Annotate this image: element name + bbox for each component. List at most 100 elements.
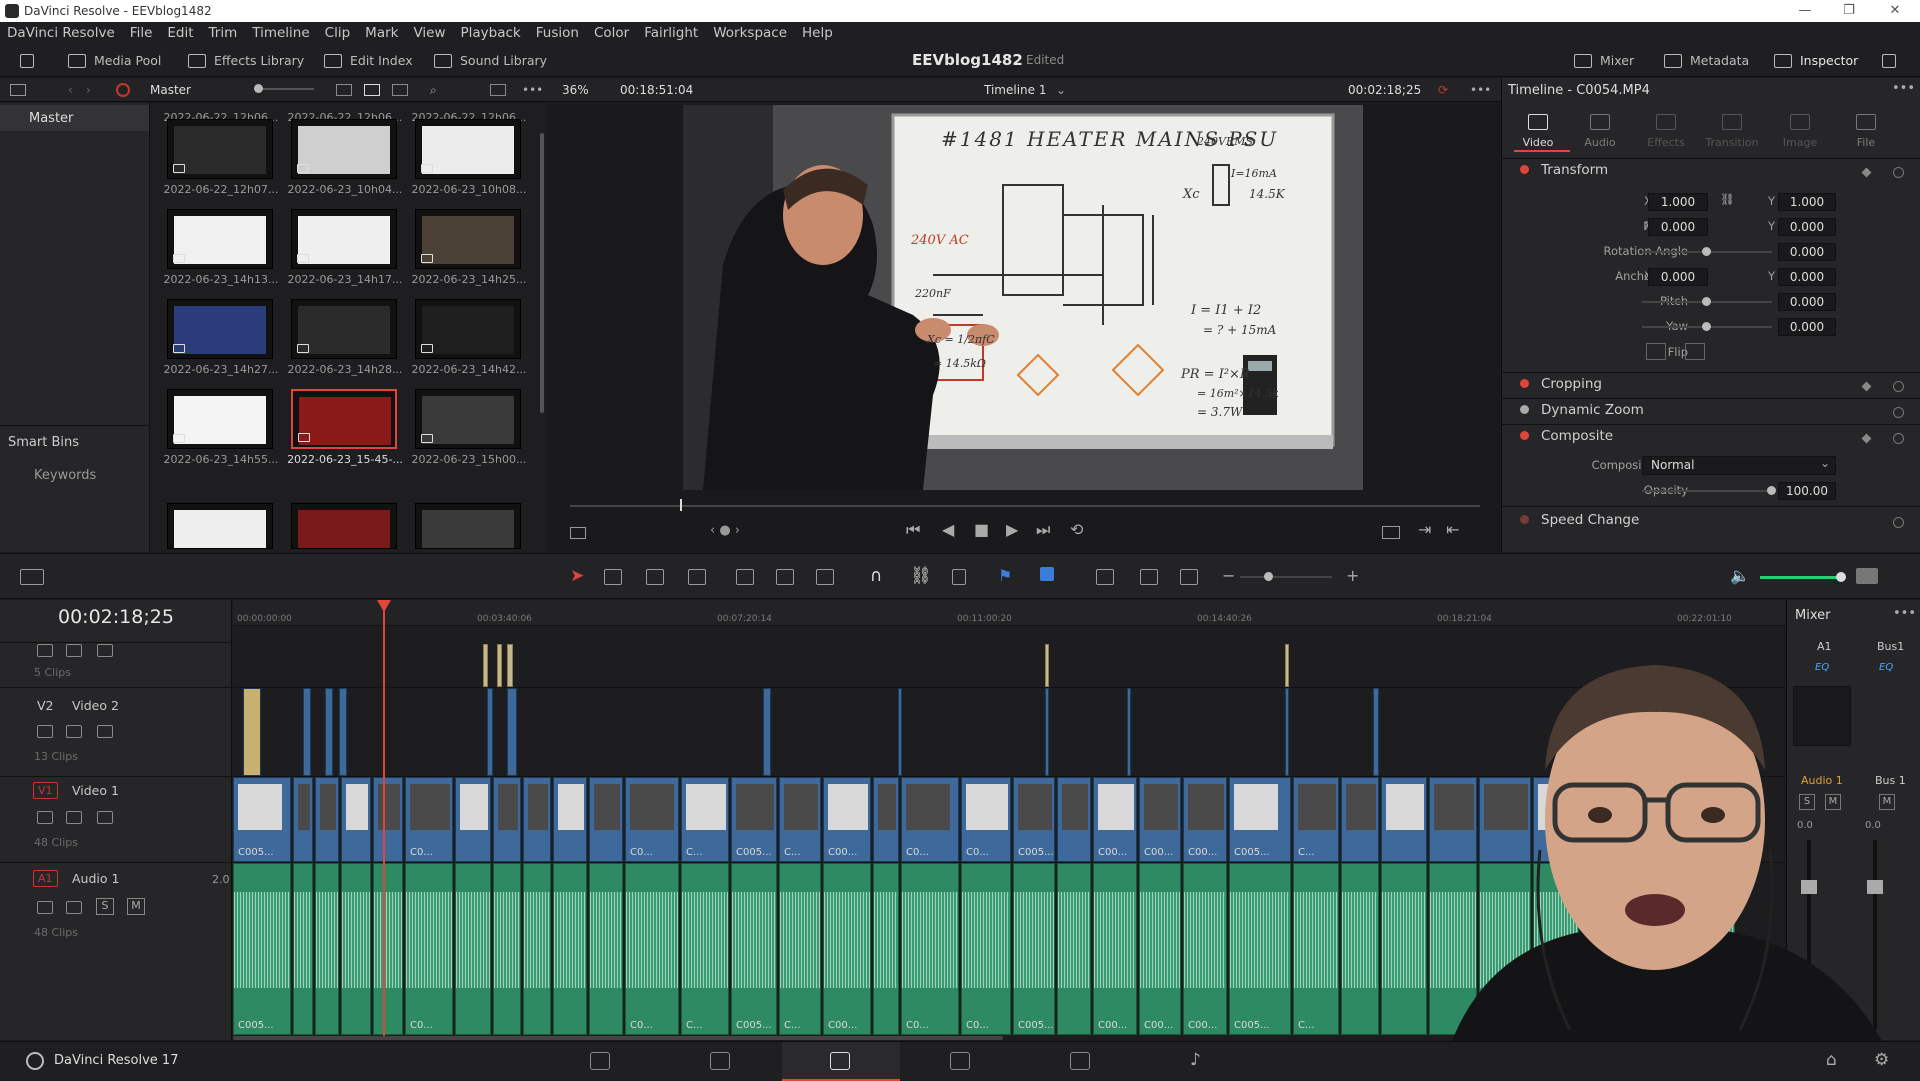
v2-clip[interactable] <box>487 688 493 776</box>
v1-clip[interactable]: C... <box>779 777 821 862</box>
tab-effects[interactable]: Effects <box>1636 114 1696 149</box>
sidebar-toggle-icon[interactable] <box>10 84 26 96</box>
v2-lock-icon[interactable] <box>37 725 53 738</box>
a1-lock-icon[interactable] <box>37 901 53 914</box>
sound-library-button[interactable]: Sound Library <box>434 44 547 77</box>
media-clip-thumbnail[interactable] <box>167 299 273 359</box>
v1-clip[interactable] <box>373 777 403 862</box>
dynamic-zoom-reset-icon[interactable] <box>1893 407 1904 418</box>
section-transform[interactable]: Transform <box>1512 162 1608 178</box>
transform-enable-dot[interactable] <box>1520 165 1529 174</box>
v1-clip[interactable] <box>493 777 521 862</box>
v1-clip[interactable] <box>455 777 491 862</box>
timeline-zoom-slider[interactable] <box>1240 572 1332 581</box>
section-cropping[interactable]: Cropping <box>1512 376 1602 392</box>
media-clip-thumbnail[interactable] <box>415 299 521 359</box>
maximize-icon[interactable]: ❐ <box>1828 0 1870 22</box>
v2-track-icon[interactable] <box>97 725 113 738</box>
media-clip-thumbnail[interactable] <box>415 389 521 449</box>
v2-clip[interactable] <box>1045 688 1049 776</box>
v1-clip[interactable]: C005... <box>233 777 291 862</box>
menu-edit[interactable]: Edit <box>167 22 193 44</box>
v1-clip[interactable] <box>341 777 371 862</box>
composite-enable-dot[interactable] <box>1520 431 1529 440</box>
v1-clip[interactable]: C0... <box>961 777 1011 862</box>
link-icon[interactable]: ⛓ <box>1720 192 1735 206</box>
menu-view[interactable]: View <box>413 22 445 44</box>
a1-clip[interactable] <box>553 863 587 1035</box>
a1-clip[interactable]: C00... <box>823 863 871 1035</box>
rotation-slider[interactable] <box>1642 247 1772 256</box>
zoom-detail-icon[interactable] <box>1140 569 1158 585</box>
keyframe-icon[interactable] <box>1861 167 1872 178</box>
section-speed-change[interactable]: Speed Change <box>1512 512 1639 528</box>
v1-lock-icon[interactable] <box>37 811 53 824</box>
viewer-zoom[interactable]: 36% <box>562 78 589 102</box>
v2-clip[interactable] <box>325 688 333 776</box>
flag-icon[interactable]: ⚑ <box>998 566 1012 585</box>
a1-clip[interactable]: C... <box>779 863 821 1035</box>
a1-clip[interactable] <box>315 863 339 1035</box>
playhead-handle[interactable] <box>377 600 391 612</box>
stop-icon[interactable]: ■ <box>974 520 989 539</box>
replace-clip-icon[interactable] <box>816 569 834 585</box>
back-icon[interactable]: ‹ <box>68 78 73 102</box>
blade-tool-icon[interactable] <box>688 569 706 585</box>
media-pool-button[interactable]: Media Pool <box>68 44 161 77</box>
v2-clip[interactable] <box>339 688 347 776</box>
v1-clip[interactable]: C... <box>1293 777 1339 862</box>
menu-clip[interactable]: Clip <box>325 22 351 44</box>
media-clip-thumbnail[interactable] <box>291 503 397 549</box>
viewer-layout-icon[interactable] <box>570 527 586 539</box>
zoom-out-icon[interactable]: − <box>1222 566 1235 585</box>
a1-clip[interactable] <box>1341 863 1379 1035</box>
menu-davinci[interactable]: DaVinci Resolve <box>7 22 115 44</box>
flip-horizontal-icon[interactable] <box>1646 343 1666 360</box>
menu-playback[interactable]: Playback <box>461 22 521 44</box>
a1-clip[interactable]: C0... <box>625 863 679 1035</box>
linked-selection-icon[interactable]: ⛓ <box>910 566 932 586</box>
insert-clip-icon[interactable] <box>736 569 754 585</box>
media-clip-thumbnail[interactable] <box>167 119 273 179</box>
media-clip-thumbnail[interactable] <box>167 503 273 549</box>
v2-clip[interactable] <box>1127 688 1131 776</box>
v1-clip[interactable]: C00... <box>1183 777 1227 862</box>
flip-vertical-icon[interactable] <box>1685 343 1705 360</box>
menu-fairlight[interactable]: Fairlight <box>644 22 698 44</box>
bin-keywords[interactable]: Keywords <box>34 468 96 483</box>
sync-icon[interactable]: ⟳ <box>1438 78 1448 102</box>
v3-clip[interactable] <box>497 644 502 687</box>
list-view-icon[interactable] <box>392 84 408 96</box>
zoom-full-icon[interactable] <box>1096 569 1114 585</box>
marker-icon[interactable] <box>1040 567 1054 581</box>
tab-transition[interactable]: Transition <box>1702 114 1762 149</box>
anchor-y-field[interactable]: 0.000 <box>1778 268 1836 286</box>
timeline-scrollbar[interactable] <box>233 1036 1003 1040</box>
jog-control-icon[interactable]: ‹ ● › <box>710 523 740 538</box>
chevron-down-icon[interactable]: ⌄ <box>1820 456 1830 470</box>
edit-page-icon[interactable] <box>830 1052 850 1070</box>
menu-timeline[interactable]: Timeline <box>252 22 309 44</box>
volume-icon[interactable]: 🔈 <box>1730 566 1750 585</box>
v1-clip[interactable] <box>293 777 313 862</box>
media-clip-thumbnail[interactable] <box>415 503 521 549</box>
media-clip-thumbnail[interactable] <box>291 119 397 179</box>
v3-visibility-icon[interactable] <box>66 644 82 657</box>
forward-icon[interactable]: › <box>86 78 91 102</box>
v1-clip[interactable]: C00... <box>1139 777 1181 862</box>
v2-clip[interactable] <box>898 688 902 776</box>
minimize-icon[interactable]: — <box>1784 0 1826 22</box>
reset-icon[interactable] <box>1893 167 1904 178</box>
v1-clip[interactable]: C0... <box>625 777 679 862</box>
sort-icon[interactable] <box>490 84 506 96</box>
viewer-scrubber-handle[interactable] <box>680 499 682 511</box>
inspector-options-icon[interactable]: ••• <box>1892 81 1915 96</box>
zoom-x-field[interactable]: 1.000 <box>1648 193 1708 211</box>
v2-clip[interactable] <box>507 688 517 776</box>
tab-file[interactable]: File <box>1836 114 1896 149</box>
v1-clip[interactable] <box>553 777 587 862</box>
v1-clip[interactable] <box>523 777 551 862</box>
panel-toggle-button[interactable] <box>20 44 42 77</box>
match-frame-icon[interactable] <box>1382 526 1400 539</box>
more-options-icon[interactable]: ••• <box>522 78 543 102</box>
